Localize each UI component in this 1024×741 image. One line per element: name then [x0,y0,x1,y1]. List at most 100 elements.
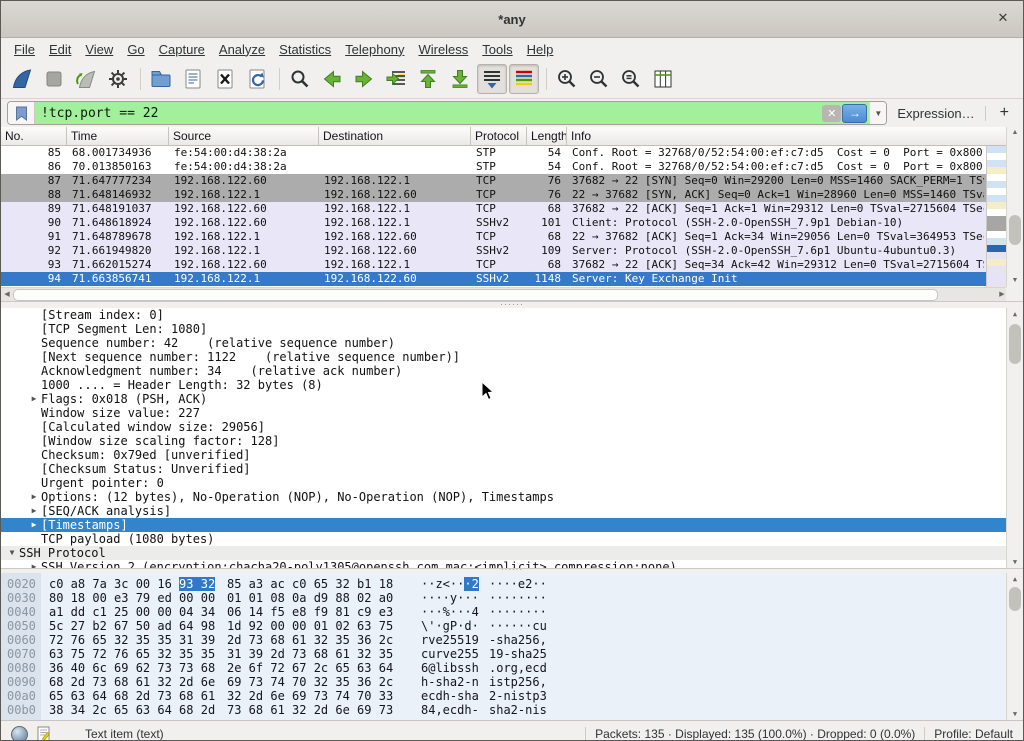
packet-row-92[interactable]: 9271.661949820192.168.122.1192.168.122.6… [1,244,986,258]
hex-bytes-group2[interactable]: 73 68 61 32 2d 6e 69 73 [227,703,397,717]
hex-bytes-group2[interactable]: 31 39 2d 73 68 61 32 35 [227,647,397,661]
details-scrollbar[interactable]: ▲ ▼ [1006,308,1023,568]
detail-line[interactable]: [Calculated window size: 29056] [1,420,1023,434]
filter-text[interactable]: !tcp.port == 22 [35,106,821,121]
collapsed-icon[interactable]: ▶ [27,518,41,532]
hex-bytes-group1[interactable]: 72 76 65 32 35 35 31 39 [49,633,219,647]
menu-wireless[interactable]: Wireless [411,40,475,59]
pane-splitter[interactable]: ······ [1,301,1023,308]
scrollbar-thumb[interactable] [1009,215,1021,245]
column-header-info[interactable]: Info [567,127,1008,145]
menu-statistics[interactable]: Statistics [272,40,338,59]
hex-row-0060[interactable]: 006072 76 65 32 35 35 31 392d 73 68 61 3… [1,633,1023,647]
scroll-down-icon[interactable]: ▼ [1007,556,1023,568]
detail-line[interactable]: ▶[SEQ/ACK analysis] [1,504,1023,518]
go-to-packet-button[interactable] [381,64,411,94]
packet-row-89[interactable]: 8971.648191037192.168.122.60192.168.122.… [1,202,986,216]
column-header-length[interactable]: Length [527,127,567,145]
detail-line[interactable]: ▼SSH Protocol [1,546,1023,560]
expert-info-icon[interactable] [11,726,28,741]
detail-line[interactable]: Sequence number: 42 (relative sequence n… [1,336,1023,350]
expression-button[interactable]: Expression… [893,106,978,121]
column-header-source[interactable]: Source [169,127,319,145]
hex-bytes-group1[interactable]: a1 dd c1 25 00 00 04 34 [49,605,219,619]
packet-list-hscrollbar[interactable]: ◀ ▶ [1,287,1008,301]
hex-ascii-group2[interactable]: ········ [489,591,547,605]
hscrollbar-thumb[interactable] [13,289,938,301]
filter-bookmark-icon[interactable] [8,102,35,124]
hex-bytes-group2[interactable]: 1d 92 00 00 01 02 63 75 [227,619,397,633]
auto-scroll-button[interactable] [477,64,507,94]
filter-apply-icon[interactable]: → [842,104,867,123]
packet-row-90[interactable]: 9071.648618924192.168.122.60192.168.122.… [1,216,986,230]
detail-line[interactable]: ▶SSH Version 2 (encryption:chacha20-poly… [1,560,1023,568]
collapsed-icon[interactable]: ▶ [27,560,41,568]
expanded-icon[interactable]: ▼ [5,546,19,560]
hex-row-0050[interactable]: 00505c 27 b2 67 50 ad 64 981d 92 00 00 0… [1,619,1023,633]
stop-capture-button[interactable] [39,64,69,94]
find-packet-button[interactable] [285,64,315,94]
hex-ascii-group2[interactable]: istp256, [489,675,547,689]
hex-bytes-group1[interactable]: 38 34 2c 65 63 64 68 2d [49,703,219,717]
filter-clear-icon[interactable]: ✕ [822,105,841,122]
go-last-button[interactable] [445,64,475,94]
collapsed-icon[interactable]: ▶ [27,490,41,504]
scroll-up-icon[interactable]: ▲ [1007,127,1023,139]
hex-ascii-group1[interactable]: rve25519 [421,633,481,647]
detail-line[interactable]: Acknowledgment number: 34 (relative ack … [1,364,1023,378]
detail-line[interactable]: 1000 .... = Header Length: 32 bytes (8) [1,378,1023,392]
hex-ascii-group1[interactable]: 6@libssh [421,661,481,675]
hex-bytes-group2[interactable]: 69 73 74 70 32 35 36 2c [227,675,397,689]
detail-line[interactable]: [TCP Segment Len: 1080] [1,322,1023,336]
reload-file-button[interactable] [242,64,272,94]
filter-dropdown-icon[interactable]: ▼ [869,102,886,124]
menu-help[interactable]: Help [520,40,561,59]
close-file-button[interactable] [210,64,240,94]
collapsed-icon[interactable]: ▶ [27,504,41,518]
hex-ascii-group2[interactable]: ····e2·· [489,577,547,591]
menu-view[interactable]: View [78,40,120,59]
zoom-out-button[interactable] [584,64,614,94]
hex-bytes-group2[interactable]: 85 a3 ac c0 65 32 b1 18 [227,577,397,591]
go-first-button[interactable] [413,64,443,94]
menu-go[interactable]: Go [120,40,151,59]
filter-field[interactable]: !tcp.port == 22 ✕ → [35,102,869,124]
hex-ascii-group2[interactable]: 19-sha25 [489,647,547,661]
packet-minimap[interactable] [986,146,1008,287]
hex-row-0040[interactable]: 0040a1 dd c1 25 00 00 04 3406 14 f5 e8 f… [1,605,1023,619]
packet-row-87[interactable]: 8771.647777234192.168.122.60192.168.122.… [1,174,986,188]
hex-ascii-group1[interactable]: 84,ecdh- [421,703,481,717]
close-icon[interactable]: ✕ [995,10,1011,26]
detail-line[interactable]: [Next sequence number: 1122 (relative se… [1,350,1023,364]
hex-ascii-group1[interactable]: ···%···4 [421,605,481,619]
hex-ascii-group2[interactable]: 2-nistp3 [489,689,547,703]
detail-line[interactable]: [Checksum Status: Unverified] [1,462,1023,476]
zoom-in-button[interactable] [552,64,582,94]
detail-line[interactable]: ▶Flags: 0x018 (PSH, ACK) [1,392,1023,406]
detail-line[interactable]: Checksum: 0x79ed [unverified] [1,448,1023,462]
packet-row-94[interactable]: 9471.663856741192.168.122.1192.168.122.6… [1,272,986,286]
packet-list-scrollbar[interactable]: ▲ ▼ [1006,127,1023,287]
colorize-button[interactable] [509,64,539,94]
hex-bytes-group2[interactable]: 06 14 f5 e8 f9 81 c9 e3 [227,605,397,619]
go-back-button[interactable] [317,64,347,94]
hex-bytes-group2[interactable]: 01 01 08 0a d9 88 02 a0 [227,591,397,605]
hex-ascii-group1[interactable]: \'·gP·d· [421,619,481,633]
detail-line[interactable]: Window size value: 227 [1,406,1023,420]
packet-row-91[interactable]: 9171.648789678192.168.122.1192.168.122.6… [1,230,986,244]
menu-capture[interactable]: Capture [152,40,212,59]
selected-bytes[interactable]: 93 32 [179,577,215,591]
packet-row-88[interactable]: 8871.648146932192.168.122.1192.168.122.6… [1,188,986,202]
hex-ascii-group2[interactable]: sha2-nis [489,703,547,717]
detail-line[interactable]: ▶Options: (12 bytes), No-Operation (NOP)… [1,490,1023,504]
hex-bytes-group2[interactable]: 2e 6f 72 67 2c 65 63 64 [227,661,397,675]
bytes-scrollbar[interactable]: ▲ ▼ [1006,573,1023,720]
hex-ascii-group1[interactable]: ····y··· [421,591,481,605]
menu-analyze[interactable]: Analyze [212,40,272,59]
hex-ascii-group1[interactable]: h-sha2-n [421,675,481,689]
scroll-down-icon[interactable]: ▼ [1007,708,1023,720]
display-filter-input[interactable]: !tcp.port == 22 ✕ → ▼ [7,101,887,125]
detail-line[interactable]: [Window size scaling factor: 128] [1,434,1023,448]
hex-row-0030[interactable]: 003080 18 00 e3 79 ed 00 0001 01 08 0a d… [1,591,1023,605]
hex-bytes-group1[interactable]: 80 18 00 e3 79 ed 00 00 [49,591,219,605]
